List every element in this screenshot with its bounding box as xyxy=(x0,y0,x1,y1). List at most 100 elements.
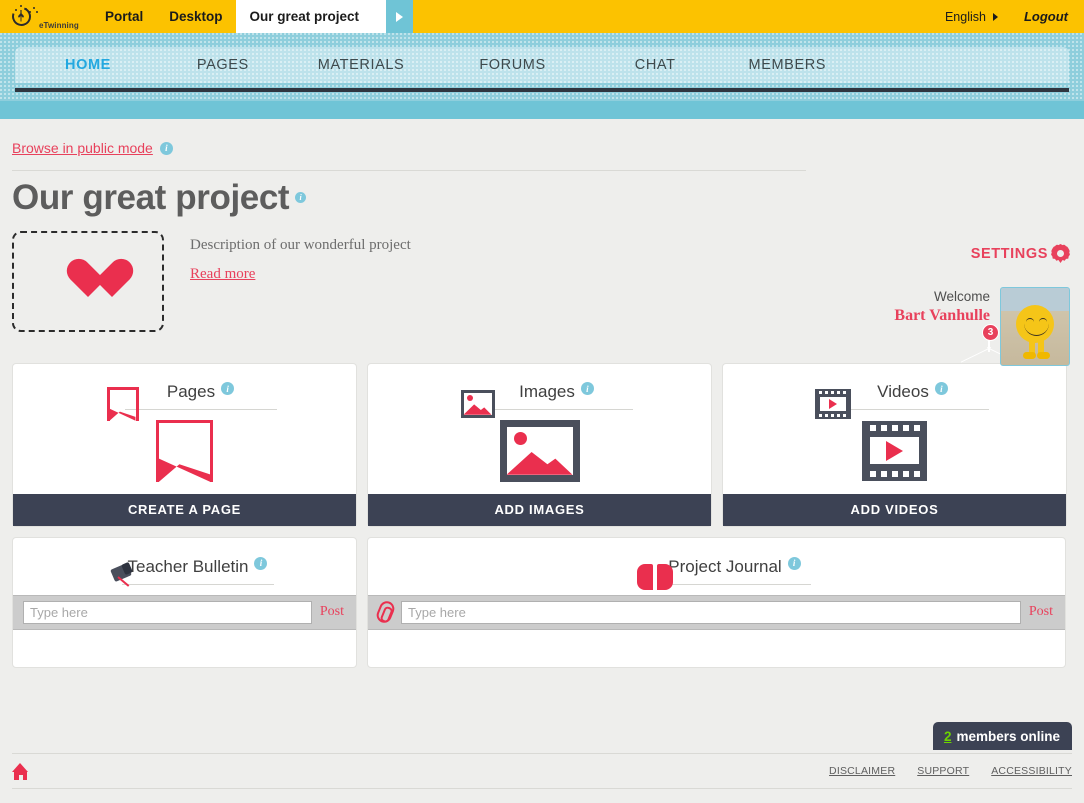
nav-item-pages[interactable]: PAGES xyxy=(197,57,249,73)
card-images: Images i ADD IMAGES xyxy=(367,362,712,527)
project-description: Description of our wonderful project xyxy=(190,236,411,253)
teacher-bulletin-post-button[interactable]: Post xyxy=(320,604,344,620)
card-videos: Videos i ADD VIDEOS xyxy=(722,362,1067,527)
nav-item-forums[interactable]: FORUMS xyxy=(479,57,545,73)
topnav-item-portal[interactable]: Portal xyxy=(92,0,156,33)
paperclip-icon[interactable] xyxy=(374,599,397,626)
main-navigation-strip: HOME PAGES MATERIALS FORUMS CHAT MEMBERS xyxy=(15,47,1069,83)
card-videos-title-wrap: Videos i xyxy=(836,382,989,411)
card-images-header: Images i xyxy=(368,364,711,420)
nav-item-chat[interactable]: CHAT xyxy=(635,57,676,73)
footer-links: DISCLAIMER SUPPORT ACCESSIBILITY xyxy=(829,765,1072,777)
topnav-item-desktop[interactable]: Desktop xyxy=(156,0,235,33)
panel-teacher-bulletin-title-wrap: Teacher Bulletin i xyxy=(121,556,274,585)
info-icon-teacher-bulletin[interactable]: i xyxy=(254,556,268,570)
card-images-title-wrap: Images i xyxy=(480,382,633,411)
project-journal-input-row: Post xyxy=(368,594,1065,630)
panel-teacher-bulletin-title: Teacher Bulletin xyxy=(127,556,249,576)
card-pages-body xyxy=(13,419,356,494)
card-pages: Pages i CREATE A PAGE xyxy=(12,362,357,527)
project-journal-feed xyxy=(368,630,1065,667)
avatar-foot-right xyxy=(1037,352,1050,359)
heart-icon xyxy=(65,260,111,302)
footer-link-accessibility[interactable]: ACCESSIBILITY xyxy=(991,765,1072,777)
card-pages-header: Pages i xyxy=(13,364,356,421)
nav-item-home[interactable]: HOME xyxy=(65,57,111,73)
logo-dots-icon xyxy=(12,4,39,15)
image-icon xyxy=(460,389,495,418)
read-more-link[interactable]: Read more xyxy=(190,266,255,283)
welcome-user-name: Bart Vanhulle xyxy=(894,307,990,324)
members-online-badge[interactable]: 2 members online xyxy=(932,722,1072,750)
video-icon xyxy=(814,388,851,419)
etwinning-logo-text: eTwinning xyxy=(39,21,79,30)
project-tab-arrow-button[interactable] xyxy=(385,0,413,33)
browse-public-mode-row: Browse in public mode i xyxy=(12,119,1072,156)
avatar[interactable] xyxy=(1000,287,1070,366)
main-navigation: HOME PAGES MATERIALS FORUMS CHAT MEMBERS xyxy=(0,33,1084,101)
pages-icon xyxy=(106,386,139,421)
project-cover-placeholder[interactable] xyxy=(12,230,164,332)
browse-public-mode-link[interactable]: Browse in public mode xyxy=(12,140,153,156)
nav-item-members[interactable]: MEMBERS xyxy=(749,57,827,73)
panel-project-journal-title-wrap: Project Journal i xyxy=(658,556,811,585)
card-pages-title: Pages xyxy=(166,382,216,402)
panel-teacher-bulletin-header: Teacher Bulletin i xyxy=(13,538,356,595)
welcome-greeting: Welcome xyxy=(933,289,990,304)
project-journal-post-button[interactable]: Post xyxy=(1029,604,1053,620)
card-videos-title: Videos xyxy=(877,382,929,402)
image-icon-large xyxy=(499,419,580,482)
chevron-right-icon xyxy=(992,12,998,21)
topnav-item-project[interactable]: Our great project xyxy=(235,0,386,33)
top-nav: Portal Desktop Our great project xyxy=(92,0,413,33)
card-videos-header: Videos i xyxy=(723,364,1066,420)
add-images-button[interactable]: ADD IMAGES xyxy=(368,493,711,526)
add-videos-button[interactable]: ADD VIDEOS xyxy=(723,493,1066,526)
footer-link-disclaimer[interactable]: DISCLAIMER xyxy=(829,765,895,777)
panel-project-journal: Project Journal i Post xyxy=(367,536,1066,668)
etwinning-logo[interactable]: eTwinning xyxy=(0,0,92,33)
etwinning-logo-mark xyxy=(8,3,39,29)
feature-cards: Pages i CREATE A PAGE Images i ADD IMAGE… xyxy=(12,362,1072,527)
info-icon-project-journal[interactable]: i xyxy=(787,556,801,570)
project-journal-input[interactable] xyxy=(401,600,1021,624)
page-content: Browse in public mode i SETTINGS Our gre… xyxy=(0,119,1084,668)
language-label: English xyxy=(944,9,986,24)
teacher-bulletin-input-row: Post xyxy=(13,594,356,630)
card-images-title: Images xyxy=(519,382,575,402)
video-icon-large xyxy=(862,420,927,481)
settings-button[interactable]: SETTINGS xyxy=(971,244,1070,263)
welcome-panel: Welcome Bart Vanhulle 3 xyxy=(894,287,1070,366)
nav-underline-rule xyxy=(15,88,1069,92)
info-icon-videos[interactable]: i xyxy=(934,382,948,396)
info-icon-title[interactable]: i xyxy=(295,192,307,204)
info-icon-browse[interactable]: i xyxy=(159,141,173,155)
top-bar-right: English Logout xyxy=(945,0,1084,33)
settings-label: SETTINGS xyxy=(970,245,1048,262)
page-title: Our great project xyxy=(12,178,290,217)
messages-button[interactable]: 3 xyxy=(982,324,999,352)
create-a-page-button[interactable]: CREATE A PAGE xyxy=(13,493,356,526)
info-icon-pages[interactable]: i xyxy=(221,382,235,396)
bottom-panels: Teacher Bulletin i Post Project Journal … xyxy=(12,536,1072,668)
teacher-bulletin-input[interactable] xyxy=(23,600,312,624)
home-icon[interactable] xyxy=(12,762,29,780)
project-description-block: Description of our wonderful project Rea… xyxy=(190,231,411,332)
top-bar: eTwinning Portal Desktop Our great proje… xyxy=(0,0,1084,33)
panel-project-journal-header: Project Journal i xyxy=(368,538,1065,595)
panel-teacher-bulletin: Teacher Bulletin i Post xyxy=(12,536,357,668)
nav-item-materials[interactable]: MATERIALS xyxy=(318,57,405,73)
language-selector[interactable]: English xyxy=(945,10,998,24)
pages-icon-large xyxy=(156,419,213,482)
logout-button[interactable]: Logout xyxy=(1024,9,1068,24)
footer-link-support[interactable]: SUPPORT xyxy=(917,765,969,777)
pushpin-icon xyxy=(109,562,136,590)
nav-base-bar xyxy=(0,101,1084,119)
play-arrow-icon xyxy=(395,11,403,22)
page-title-row: Our great project i xyxy=(12,170,806,217)
members-online-label: members online xyxy=(956,729,1060,744)
card-videos-body xyxy=(723,420,1066,494)
messages-count-badge: 3 xyxy=(982,324,999,341)
page-footer: DISCLAIMER SUPPORT ACCESSIBILITY xyxy=(12,753,1072,789)
info-icon-images[interactable]: i xyxy=(580,382,594,396)
